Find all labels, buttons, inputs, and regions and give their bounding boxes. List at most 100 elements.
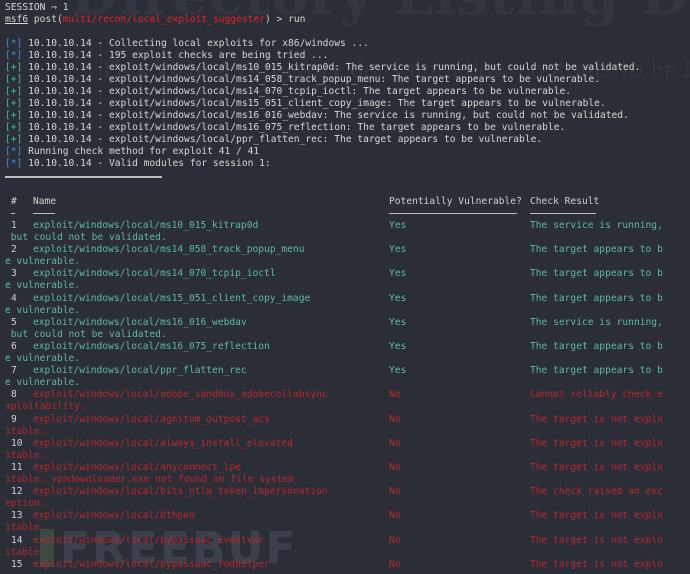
- header-result: Check Result: [530, 196, 600, 207]
- log-text: 10.10.10.14 - exploit/windows/local/ms15…: [22, 98, 606, 109]
- row-module-name: exploit/windows/local/always_install_ele…: [33, 437, 293, 449]
- row-number: 10: [11, 437, 23, 449]
- status-info-icon: [*]: [5, 146, 23, 157]
- row-check-result: The check raised an exc: [530, 486, 663, 498]
- log-line: [*] Running check method for exploit 41 …: [5, 146, 259, 158]
- row-vulnerable: Yes: [389, 316, 407, 328]
- row-result-wrap: itable.: [5, 522, 46, 534]
- prompt-line: msf6 post(multi/recon/local_exploit_sugg…: [5, 14, 306, 25]
- row-module-name: exploit/windows/local/ms15_051_client_co…: [33, 292, 311, 304]
- log-line: [*] 10.10.10.14 - Valid modules for sess…: [5, 158, 271, 170]
- row-module-name: exploit/windows/local/anyconnect_lpe: [33, 462, 241, 473]
- row-check-result: The target is not explo: [530, 437, 663, 449]
- row-check-result: Cannot reliably check e: [530, 389, 663, 401]
- log-line: [+] 10.10.10.14 - exploit/windows/local/…: [5, 110, 629, 122]
- command: run: [288, 14, 306, 25]
- row-vulnerable: Yes: [389, 268, 407, 280]
- row-module-name: exploit/windows/local/adobe_sandbox_adob…: [33, 389, 328, 401]
- row-number: 11: [11, 462, 23, 473]
- log-line: [*] 10.10.10.14 - 195 exploit checks are…: [5, 50, 328, 62]
- row-vulnerable: Yes: [389, 220, 407, 231]
- row-module-name: exploit/windows/local/ms16_075_reflectio…: [33, 341, 270, 352]
- row-check-result: The target appears to b: [530, 292, 663, 304]
- row-result-wrap: e vulnerable.: [5, 304, 81, 316]
- row-check-result: The service is running,: [530, 220, 663, 231]
- row-number: 12: [11, 486, 23, 498]
- row-module-name: exploit/windows/local/bits_ntlm_token_im…: [33, 486, 328, 498]
- row-result-wrap: itable. vpndownloader.exe not found on f…: [5, 474, 294, 485]
- row-vulnerable: No: [389, 534, 401, 546]
- log-line: [+] 10.10.10.14 - exploit/windows/local/…: [5, 86, 571, 98]
- log-text: 10.10.10.14 - exploit/windows/local/ms14…: [22, 86, 572, 97]
- row-number: 6: [11, 341, 17, 352]
- row-check-result: The service is running,: [530, 316, 663, 328]
- log-text: 10.10.10.14 - exploit/windows/local/ms16…: [22, 122, 566, 133]
- row-number: 8: [11, 389, 17, 401]
- row-result-wrap: e vulnerable.: [5, 280, 81, 292]
- log-text: 10.10.10.14 - exploit/windows/local/ppr_…: [22, 134, 543, 145]
- row-vulnerable: Yes: [389, 292, 407, 304]
- row-result-wrap: but could not be validated.: [5, 232, 167, 243]
- status-good-icon: [+]: [5, 86, 23, 97]
- row-result-wrap: itable.: [5, 546, 46, 558]
- header-num: #: [11, 196, 17, 207]
- status-good-icon: [+]: [5, 134, 23, 145]
- row-number: 9: [11, 413, 17, 425]
- section-divider: [5, 176, 162, 178]
- log-text: Running check method for exploit 41 / 41: [22, 146, 260, 157]
- row-check-result: The target appears to b: [530, 365, 663, 377]
- log-line: [+] 10.10.10.14 - exploit/windows/local/…: [5, 122, 565, 134]
- log-line: [+] 10.10.10.14 - exploit/windows/local/…: [5, 74, 600, 86]
- row-module-name: exploit/windows/local/ms14_058_track_pop…: [33, 244, 305, 256]
- row-result-wrap: e vulnerable.: [5, 256, 81, 268]
- row-vulnerable: No: [389, 389, 401, 401]
- status-info-icon: [*]: [5, 158, 23, 169]
- module-type: post: [33, 14, 57, 25]
- status-good-icon: [+]: [5, 110, 23, 121]
- row-check-result: The target is not explo: [530, 413, 663, 425]
- row-module-name: exploit/windows/local/ms16_016_webdav: [33, 316, 247, 328]
- row-number: 4: [11, 292, 17, 304]
- row-result-wrap: but could not be validated.: [5, 328, 167, 340]
- row-number: 14: [11, 534, 23, 546]
- row-vulnerable: No: [389, 413, 401, 425]
- row-result-wrap: itable.: [5, 425, 46, 437]
- row-check-result: The target appears to b: [530, 341, 663, 352]
- log-text: 10.10.10.14 - exploit/windows/local/ms14…: [22, 74, 600, 85]
- row-number: 5: [11, 316, 17, 328]
- row-vulnerable: Yes: [389, 244, 407, 256]
- status-good-icon: [+]: [5, 98, 23, 109]
- row-check-result: The target is not explo: [530, 510, 663, 522]
- header-num-underline: [11, 213, 15, 214]
- row-vulnerable: Yes: [389, 365, 407, 377]
- header-name: Name: [33, 196, 57, 207]
- session-line: SESSION ⇒ 1: [5, 2, 69, 13]
- row-vulnerable: No: [389, 486, 401, 498]
- row-result-wrap: itable.: [5, 449, 46, 461]
- row-number: 3: [11, 268, 17, 280]
- row-vulnerable: Yes: [389, 341, 407, 352]
- log-text: 10.10.10.14 - 195 exploit checks are bei…: [22, 50, 329, 61]
- log-text: 10.10.10.14 - exploit/windows/local/ms10…: [22, 62, 641, 73]
- status-good-icon: [+]: [5, 122, 23, 133]
- row-result-wrap: xploitability.: [5, 401, 86, 413]
- header-vuln-underline: [389, 213, 517, 214]
- row-result-wrap: e vulnerable.: [5, 353, 81, 364]
- module-path: multi/recon/local_exploit_suggester: [62, 14, 265, 25]
- header-vuln: Potentially Vulnerable?: [389, 196, 522, 207]
- row-result-wrap: e vulnerable.: [5, 377, 81, 389]
- row-number: 13: [11, 510, 23, 522]
- log-text: 10.10.10.14 - Collecting local exploits …: [22, 38, 369, 49]
- row-number: 7: [11, 365, 17, 377]
- row-module-name: exploit/windows/local/bthpan: [33, 510, 195, 522]
- row-vulnerable: No: [389, 437, 401, 449]
- log-line: [*] 10.10.10.14 - Collecting local explo…: [5, 38, 369, 50]
- log-line: [+] 10.10.10.14 - exploit/windows/local/…: [5, 62, 640, 74]
- row-check-result: The target appears to b: [530, 268, 663, 280]
- log-line: [+] 10.10.10.14 - exploit/windows/local/…: [5, 134, 542, 146]
- header-name-underline: [33, 213, 55, 214]
- row-number: 2: [11, 244, 17, 256]
- status-info-icon: [*]: [5, 38, 23, 49]
- log-line: [+] 10.10.10.14 - exploit/windows/local/…: [5, 98, 606, 110]
- row-module-name: exploit/windows/local/ms10_015_kitrap0d: [33, 220, 259, 231]
